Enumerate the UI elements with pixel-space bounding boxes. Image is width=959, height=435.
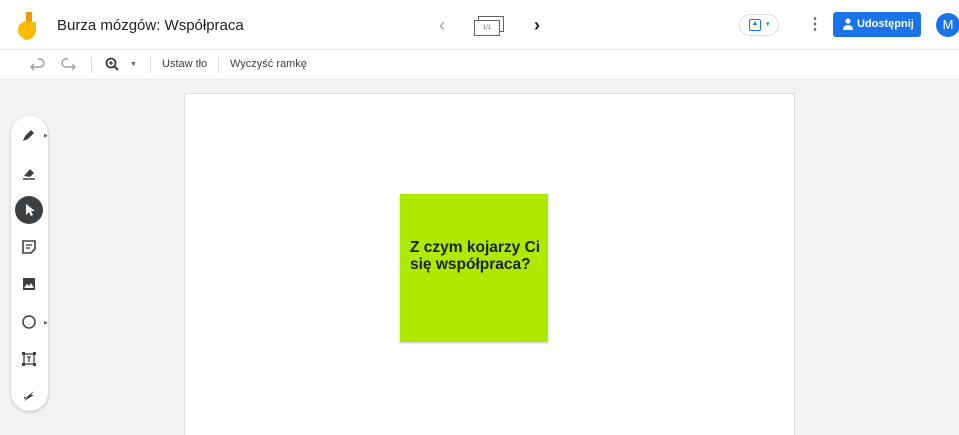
share-button[interactable]: Udostępnij bbox=[833, 12, 921, 37]
select-tool[interactable] bbox=[15, 196, 43, 224]
tool-palette: ▶ ▶ bbox=[11, 116, 48, 411]
caret-right-icon: ▶ bbox=[44, 320, 48, 326]
sticky-note-icon bbox=[22, 240, 36, 254]
previous-frame-button[interactable]: ‹ bbox=[432, 14, 452, 36]
more-options-icon[interactable]: ⋮ bbox=[807, 15, 823, 35]
zoom-dropdown-icon[interactable]: ▼ bbox=[130, 56, 140, 74]
zoom-icon[interactable] bbox=[104, 56, 122, 74]
cast-to-meeting-icon bbox=[749, 19, 761, 31]
pen-icon bbox=[23, 130, 34, 141]
frame-bar-button[interactable]: 1/1 bbox=[474, 16, 504, 36]
edit-toolbar: ▼ Ustaw tło Wyczyść ramkę bbox=[0, 50, 959, 80]
select-icon bbox=[26, 204, 35, 216]
laser-tool[interactable] bbox=[15, 381, 43, 409]
undo-icon[interactable] bbox=[28, 56, 46, 74]
person-add-icon bbox=[843, 18, 853, 30]
chevron-down-icon: ▾ bbox=[766, 21, 770, 28]
text-box-tool[interactable] bbox=[15, 345, 43, 373]
sticky-note-tool[interactable] bbox=[15, 233, 43, 261]
top-bar: Burza mózgów: Współpraca ‹ 1/1 › ▾ ⋮ Udo… bbox=[0, 0, 959, 50]
pen-tool[interactable]: ▶ bbox=[15, 121, 48, 149]
document-title[interactable]: Burza mózgów: Współpraca bbox=[57, 17, 244, 34]
eraser-tool[interactable] bbox=[15, 159, 43, 187]
sticky-note[interactable]: Z czym kojarzy Ci się współpraca? bbox=[400, 194, 548, 342]
next-frame-button[interactable]: › bbox=[527, 14, 547, 36]
eraser-icon bbox=[23, 169, 35, 180]
shape-tool[interactable]: ▶ bbox=[15, 308, 48, 336]
sticky-note-text: Z czym kojarzy Ci się współpraca? bbox=[410, 239, 541, 273]
frame-counter: 1/1 bbox=[474, 20, 500, 36]
circle-icon bbox=[22, 315, 36, 329]
redo-icon[interactable] bbox=[60, 56, 78, 74]
laser-icon bbox=[24, 391, 34, 401]
share-button-label: Udostępnij bbox=[857, 18, 914, 30]
toolbar-divider bbox=[91, 57, 92, 73]
toolbar-divider bbox=[150, 57, 151, 73]
image-tool[interactable] bbox=[15, 270, 43, 298]
toolbar-divider bbox=[218, 57, 219, 73]
jamboard-logo-icon bbox=[18, 12, 40, 40]
image-icon bbox=[23, 278, 35, 290]
cast-button[interactable]: ▾ bbox=[739, 14, 779, 36]
text-box-icon bbox=[22, 352, 36, 366]
set-background-button[interactable]: Ustaw tło bbox=[162, 58, 207, 70]
caret-right-icon: ▶ bbox=[44, 133, 48, 139]
clear-frame-button[interactable]: Wyczyść ramkę bbox=[230, 58, 307, 70]
account-avatar[interactable]: M bbox=[936, 13, 959, 37]
